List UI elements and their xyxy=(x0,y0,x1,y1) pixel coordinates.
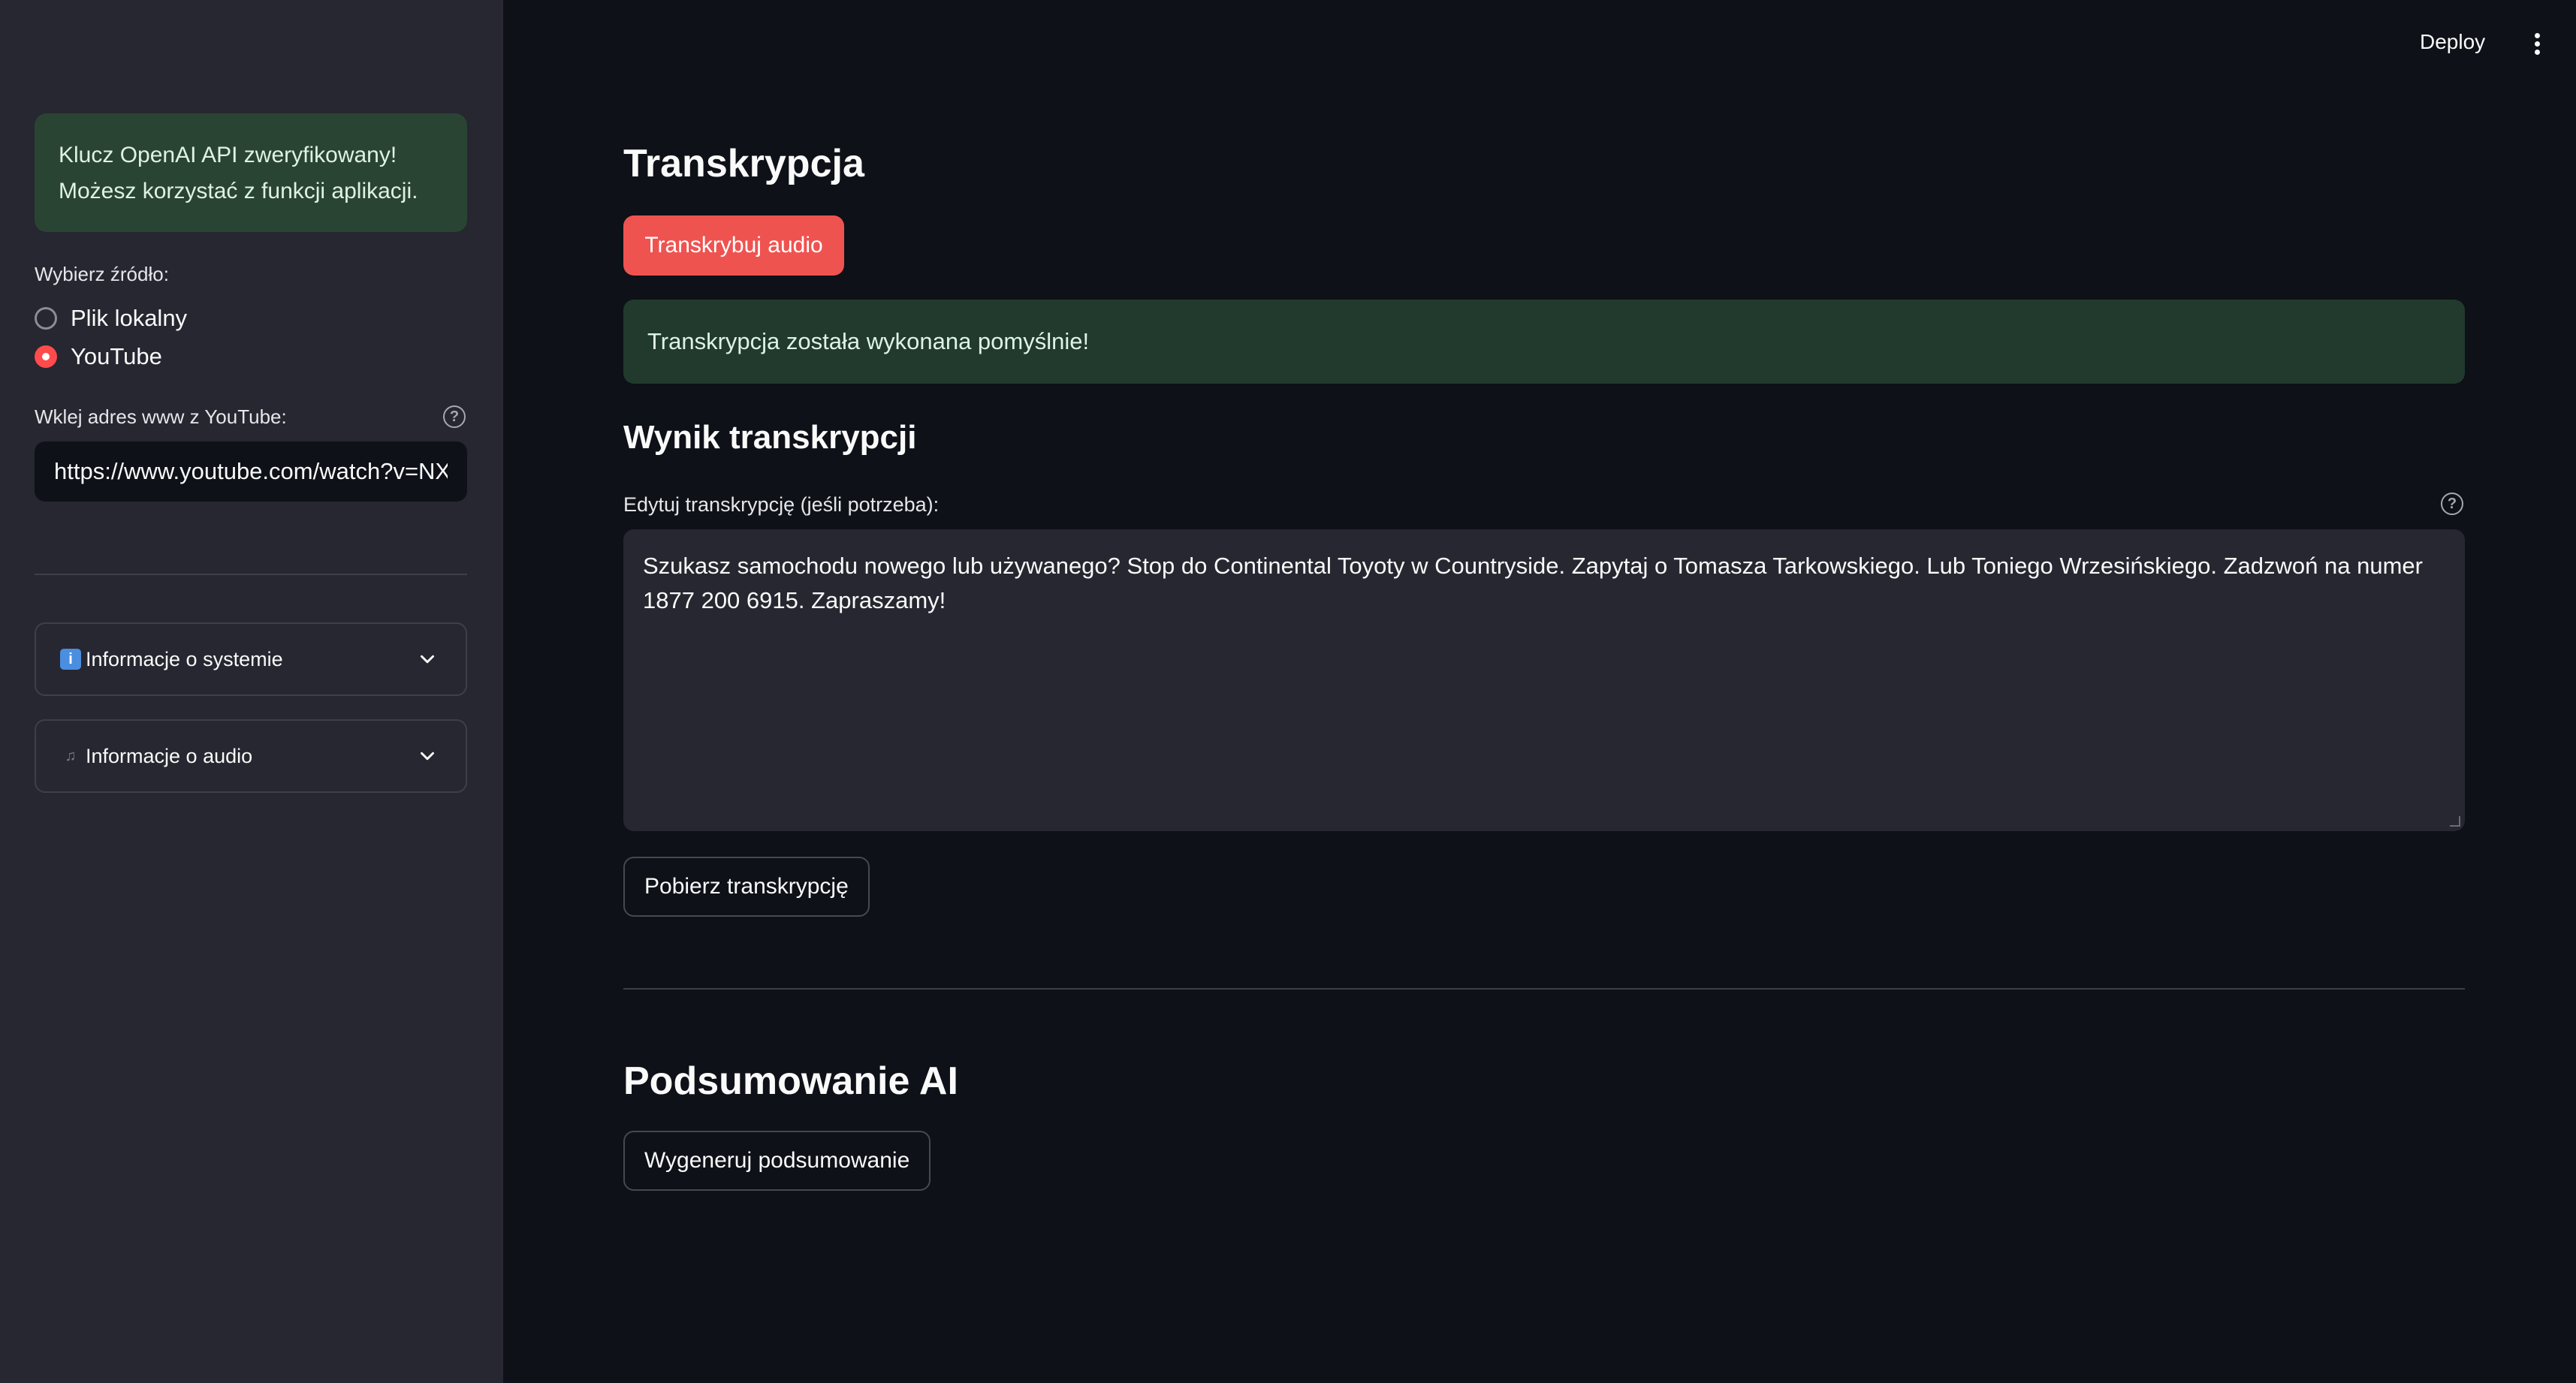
success-message: Transkrypcja została wykonana pomyślnie! xyxy=(647,328,1090,354)
api-status-line-2: Możesz korzystać z funkcji aplikacji. xyxy=(59,179,418,203)
music-note-icon: ♫ xyxy=(65,747,77,764)
chevron-down-icon xyxy=(421,752,434,761)
radio-checked-icon[interactable] xyxy=(35,345,57,368)
transcript-text: Szukasz samochodu nowego lub używanego? … xyxy=(643,553,2423,613)
transcript-textarea[interactable]: Szukasz samochodu nowego lub używanego? … xyxy=(623,529,2465,831)
radio-option-youtube[interactable]: YouTube xyxy=(35,343,162,370)
chevron-down-icon xyxy=(421,655,434,664)
source-label: Wybierz źródło: xyxy=(35,263,169,285)
youtube-url-label: Wklej adres www z YouTube: xyxy=(35,405,287,428)
sidebar: Klucz OpenAI API zweryfikowany! Możesz k… xyxy=(0,0,503,1383)
success-alert: Transkrypcja została wykonana pomyślnie! xyxy=(623,300,2465,384)
expander-audio-info-label: Informacje o audio xyxy=(86,744,253,767)
expander-system-info-label: Informacje o systemie xyxy=(86,647,283,670)
edit-transcript-label: Edytuj transkrypcję (jeśli potrzeba): xyxy=(623,493,940,516)
radio-label-youtube: YouTube xyxy=(71,343,162,369)
app-root: Klucz OpenAI API zweryfikowany! Możesz k… xyxy=(0,0,2576,1383)
radio-label-local-file: Plik lokalny xyxy=(71,305,188,331)
summary-title: Podsumowanie AI xyxy=(623,1059,958,1103)
download-transcript-button[interactable]: Pobierz transkrypcję xyxy=(623,857,870,917)
main-menu-icon[interactable] xyxy=(2528,33,2546,56)
expander-system-info[interactable]: i Informacje o systemie xyxy=(35,622,467,696)
help-icon[interactable]: ? xyxy=(2441,493,2463,515)
radio-option-local-file[interactable]: Plik lokalny xyxy=(35,305,187,332)
resize-handle[interactable] xyxy=(2450,816,2460,827)
info-icon: i xyxy=(60,649,81,670)
transcription-title: Transkrypcja xyxy=(623,142,864,185)
radio-unchecked-icon[interactable] xyxy=(35,307,57,330)
deploy-button[interactable]: Deploy xyxy=(2420,30,2485,54)
expander-audio-info[interactable]: ♫ Informacje o audio xyxy=(35,719,467,793)
main-divider xyxy=(623,988,2465,990)
api-status-line-1: Klucz OpenAI API zweryfikowany! xyxy=(59,143,397,167)
youtube-url-input[interactable] xyxy=(35,441,467,502)
generate-summary-button[interactable]: Wygeneruj podsumowanie xyxy=(623,1131,931,1191)
api-status-alert: Klucz OpenAI API zweryfikowany! Możesz k… xyxy=(35,113,467,232)
transcribe-button[interactable]: Transkrybuj audio xyxy=(623,215,844,276)
result-title: Wynik transkrypcji xyxy=(623,419,917,456)
sidebar-divider xyxy=(35,574,467,575)
help-icon[interactable]: ? xyxy=(443,405,466,428)
